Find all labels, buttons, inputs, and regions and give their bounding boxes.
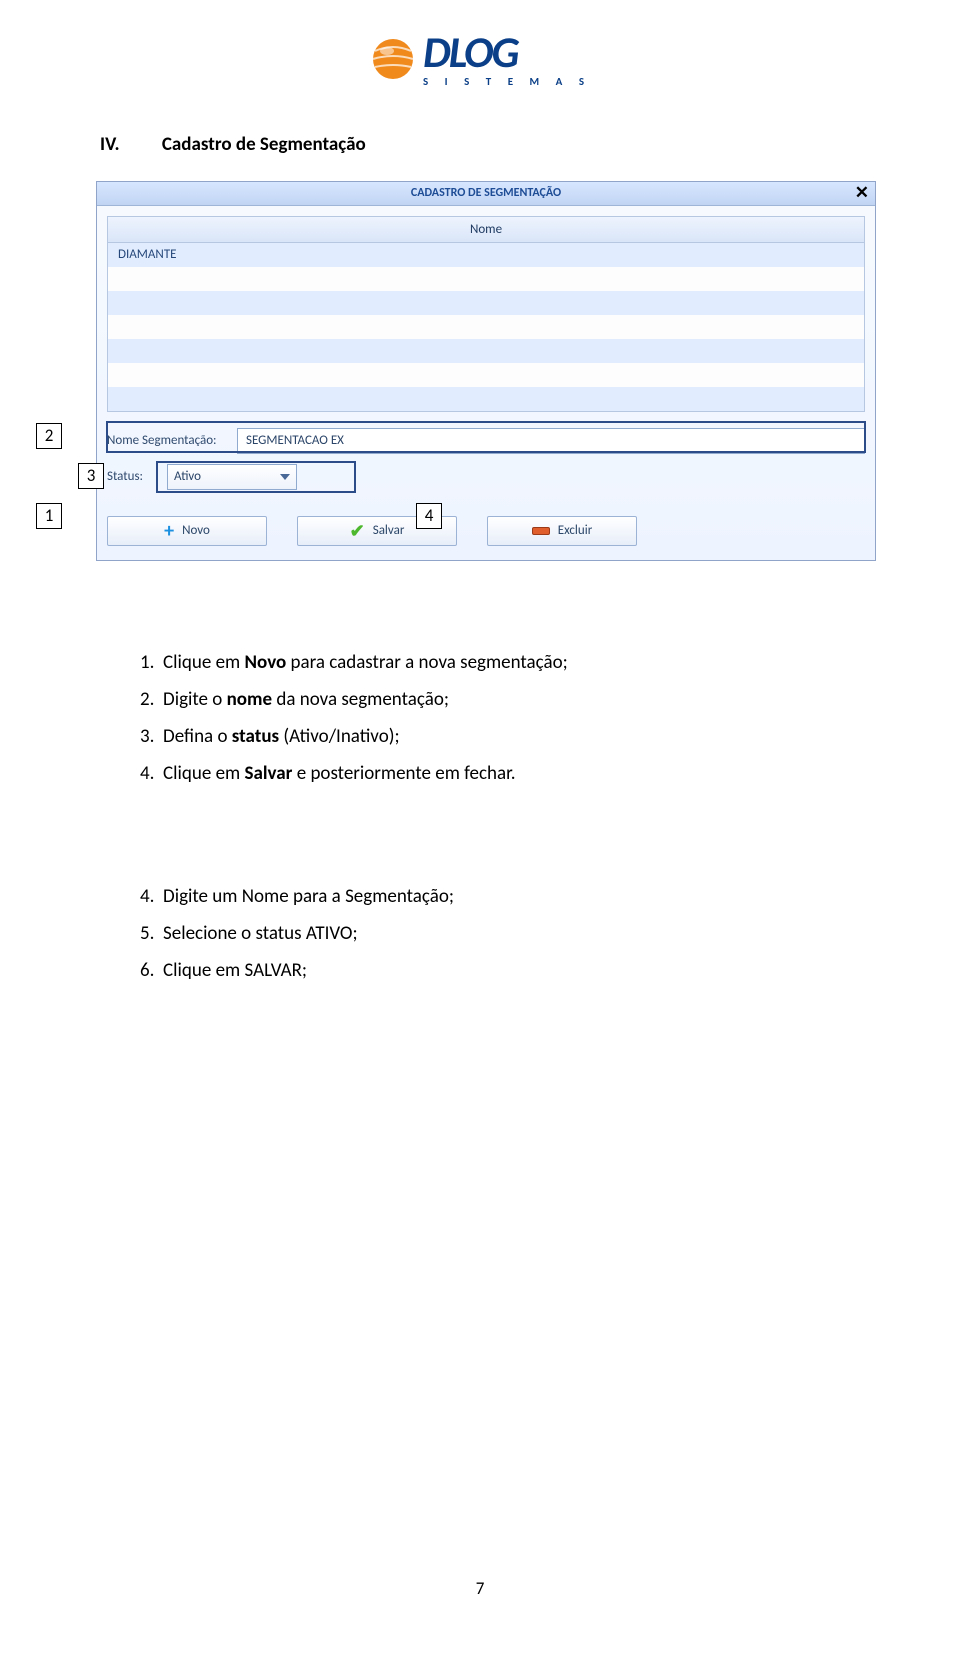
field-nome-segmentacao: Nome Segmentação: <box>107 428 865 454</box>
instructions-list-2: 4. Digite um Nome para a Segmentação; 5.… <box>100 885 860 982</box>
logo-subtext: S I S T E M A S <box>423 76 591 87</box>
label-status: Status: <box>107 469 167 484</box>
check-icon: ✔ <box>350 522 365 540</box>
callout-3: 3 <box>78 463 104 489</box>
logo-sphere-icon <box>369 35 417 83</box>
select-status[interactable]: Ativo <box>167 464 297 490</box>
novo-button[interactable]: + Novo <box>107 516 267 546</box>
table-row[interactable] <box>108 291 864 315</box>
table-row[interactable] <box>108 387 864 411</box>
list-item: 6. Clique em SALVAR; <box>100 959 860 982</box>
page-number: 7 <box>476 1578 485 1599</box>
logo-area: DLOG S I S T E M A S <box>0 0 960 103</box>
list-item: 1. Clique em Novo para cadastrar a nova … <box>100 651 860 674</box>
instructions-list-1: 1. Clique em Novo para cadastrar a nova … <box>100 651 860 785</box>
button-row: + Novo ✔ Salvar Excluir <box>97 512 875 560</box>
list-item: 2. Digite o nome da nova segmentação; <box>100 688 860 711</box>
callout-4: 4 <box>416 503 442 529</box>
logo-text: DLOG <box>423 30 518 74</box>
logo: DLOG S I S T E M A S <box>369 30 591 87</box>
heading-roman: IV. <box>100 133 120 156</box>
salvar-button-label: Salvar <box>373 523 405 538</box>
label-nome-segmentacao: Nome Segmentação: <box>107 433 237 448</box>
select-status-value: Ativo <box>174 469 201 484</box>
table-row[interactable] <box>108 267 864 291</box>
table-row[interactable]: DIAMANTE <box>108 243 864 267</box>
section-heading: IV. Cadastro de Segmentação <box>0 103 960 181</box>
data-grid: Nome DIAMANTE <box>107 216 865 412</box>
grid-header-nome: Nome <box>108 217 864 243</box>
input-nome-segmentacao[interactable] <box>237 428 865 454</box>
list-item: 4. Digite um Nome para a Segmentação; <box>100 885 860 908</box>
close-icon[interactable]: ✕ <box>855 184 869 201</box>
table-row[interactable] <box>108 339 864 363</box>
callout-2: 2 <box>36 423 62 449</box>
table-row[interactable] <box>108 363 864 387</box>
minus-icon <box>532 527 550 535</box>
novo-button-label: Novo <box>182 523 210 538</box>
excluir-button-label: Excluir <box>558 523 593 538</box>
heading-title: Cadastro de Segmentação <box>162 133 366 156</box>
app-window: CADASTRO DE SEGMENTAÇÃO ✕ Nome DIAMANTE … <box>96 181 876 561</box>
field-status: Status: Ativo <box>107 464 865 490</box>
list-item: 3. Defina o status (Ativo/Inativo); <box>100 725 860 748</box>
excluir-button[interactable]: Excluir <box>487 516 637 546</box>
list-item: 5. Selecione o status ATIVO; <box>100 922 860 945</box>
window-title: CADASTRO DE SEGMENTAÇÃO <box>411 186 561 200</box>
table-row[interactable] <box>108 315 864 339</box>
titlebar: CADASTRO DE SEGMENTAÇÃO ✕ <box>97 182 875 206</box>
plus-icon: + <box>164 521 174 541</box>
list-item: 4. Clique em Salvar e posteriormente em … <box>100 762 860 785</box>
callout-1: 1 <box>36 503 62 529</box>
chevron-down-icon <box>280 474 290 480</box>
